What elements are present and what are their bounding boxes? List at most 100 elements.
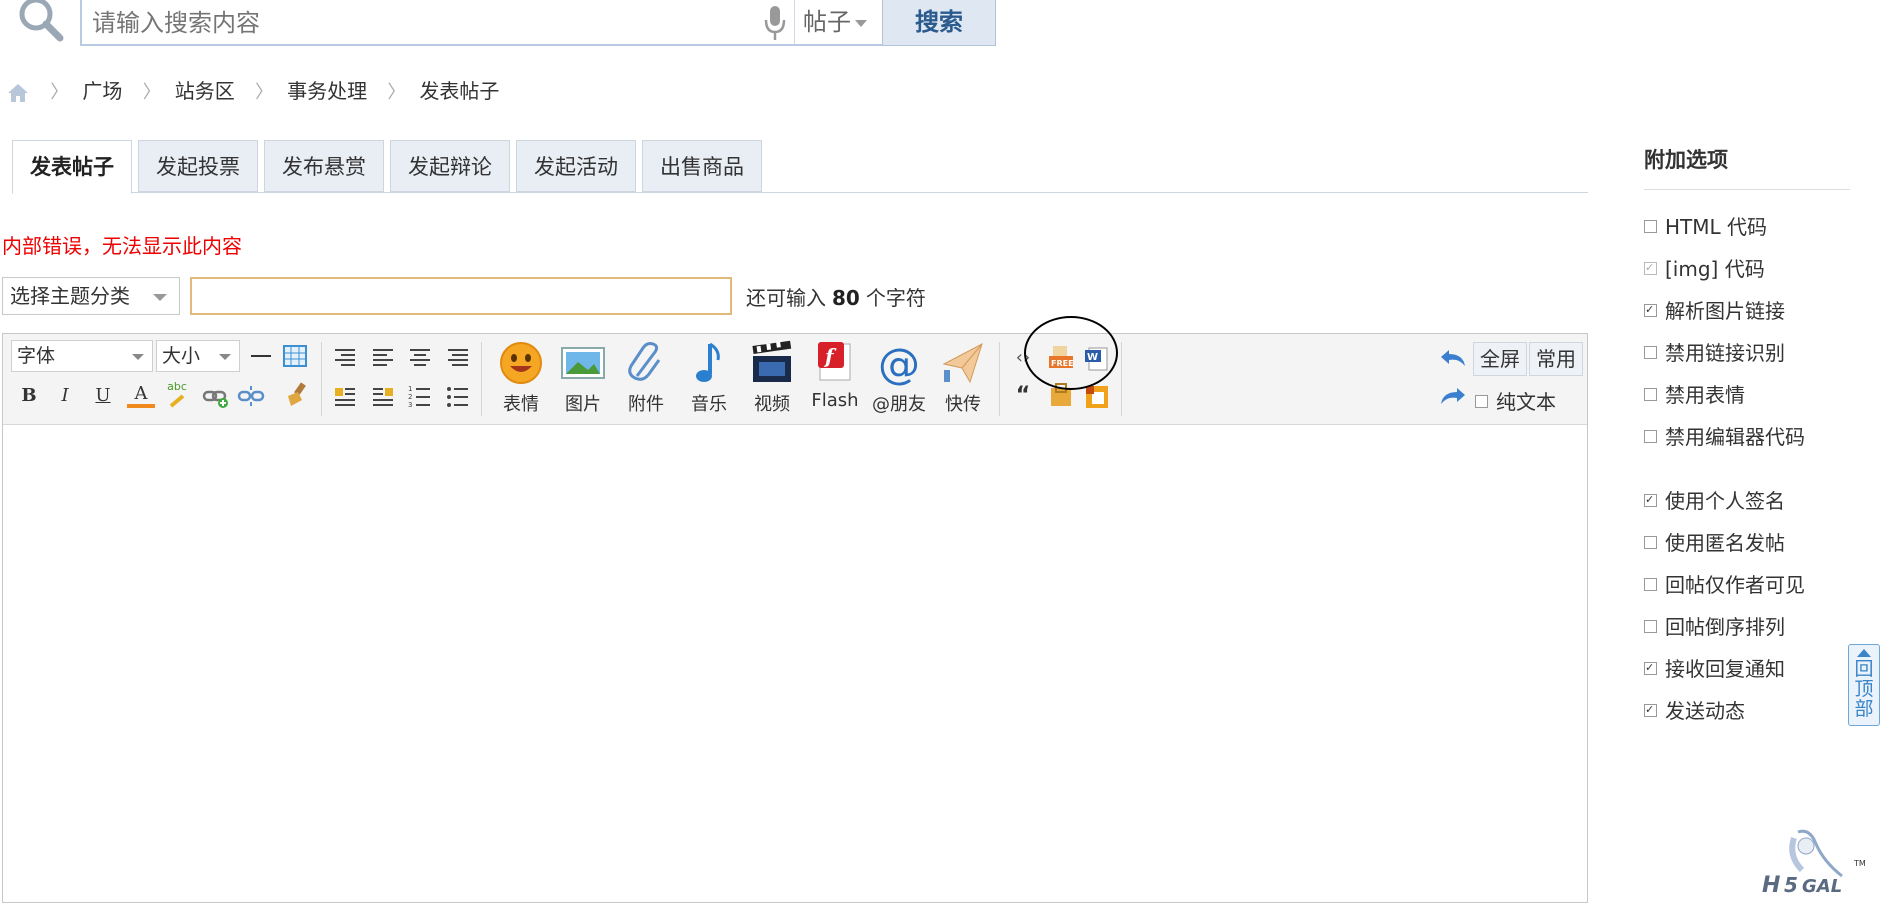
insert-smiley-label: 表情	[503, 394, 539, 415]
video-clapper-icon	[752, 340, 792, 382]
option-checkbox[interactable]	[1644, 662, 1657, 675]
italic-button[interactable]: I	[51, 382, 79, 410]
option-row[interactable]: [img] 代码	[1644, 254, 1765, 284]
tab-sell[interactable]: 出售商品	[642, 140, 762, 192]
option-row[interactable]: 使用匿名发帖	[1644, 528, 1785, 558]
at-icon: @	[878, 340, 920, 386]
option-checkbox[interactable]	[1644, 536, 1657, 549]
align-justify-icon[interactable]	[444, 344, 472, 372]
search-input[interactable]	[90, 4, 744, 42]
option-label: 发送动态	[1665, 699, 1745, 723]
chevron-down-icon	[153, 294, 167, 301]
option-row[interactable]: 接收回复通知	[1644, 654, 1785, 684]
option-label: 解析图片链接	[1665, 299, 1785, 323]
paperclip-icon	[628, 342, 661, 381]
insert-music-button[interactable]: 音乐	[679, 336, 739, 422]
insert-quick-transfer-button[interactable]: 快传	[933, 336, 993, 422]
option-row[interactable]: HTML 代码	[1644, 212, 1767, 242]
option-row[interactable]: 禁用链接识别	[1644, 338, 1785, 368]
unlink-icon[interactable]	[237, 382, 265, 410]
option-row[interactable]: 回帖倒序排列	[1644, 612, 1785, 642]
option-label: HTML 代码	[1665, 215, 1768, 239]
align-right-icon[interactable]	[331, 344, 359, 372]
svg-text:5: 5	[1784, 873, 1798, 896]
option-row[interactable]: 发送动态	[1644, 696, 1745, 726]
option-checkbox[interactable]	[1644, 430, 1657, 443]
float-left-icon[interactable]	[331, 382, 359, 410]
align-center-icon[interactable]	[406, 344, 434, 372]
option-row[interactable]: 解析图片链接	[1644, 296, 1785, 326]
home-icon[interactable]	[6, 82, 30, 104]
ordered-list-icon[interactable]: 123	[406, 382, 434, 410]
underline-button[interactable]: U	[89, 382, 117, 410]
bold-button[interactable]: B	[15, 382, 43, 410]
back-to-top-button[interactable]: 回顶部	[1848, 644, 1880, 726]
option-row[interactable]: 禁用表情	[1644, 380, 1745, 410]
sidebar-divider	[1644, 189, 1850, 190]
table-icon[interactable]	[281, 342, 309, 370]
breadcrumb-item[interactable]: 事务处理	[287, 79, 367, 103]
plain-text-checkbox[interactable]	[1475, 395, 1488, 408]
char-count-suffix: 个字符	[865, 286, 926, 310]
option-row[interactable]: 回帖仅作者可见	[1644, 570, 1805, 600]
option-checkbox[interactable]	[1644, 704, 1657, 717]
search-button[interactable]: 搜索	[882, 0, 996, 46]
option-checkbox[interactable]	[1644, 304, 1657, 317]
font-color-button[interactable]: A	[127, 380, 155, 408]
option-checkbox[interactable]	[1644, 346, 1657, 359]
search-icon[interactable]	[16, 0, 66, 44]
option-label: [img] 代码	[1665, 257, 1765, 281]
undo-icon[interactable]	[1439, 344, 1467, 372]
insert-flash-label: Flash	[811, 390, 859, 411]
option-label: 使用匿名发帖	[1665, 531, 1785, 555]
redo-icon[interactable]	[1439, 382, 1467, 410]
unordered-list-icon[interactable]	[444, 382, 472, 410]
fullscreen-button[interactable]: 全屏	[1473, 342, 1527, 376]
insert-video-button[interactable]: 视频	[742, 336, 802, 422]
chevron-down-icon	[132, 354, 144, 360]
option-row[interactable]: 禁用编辑器代码	[1644, 422, 1805, 452]
option-checkbox[interactable]	[1644, 578, 1657, 591]
search-type-label: 帖子	[803, 8, 851, 36]
tab-activity[interactable]: 发起活动	[516, 140, 636, 192]
breadcrumb-item[interactable]: 站务区	[175, 79, 235, 103]
image-icon	[561, 347, 605, 379]
search-type-select[interactable]: 帖子	[794, 0, 880, 44]
breadcrumb-item[interactable]: 广场	[82, 79, 122, 103]
svg-text:TM: TM	[1853, 859, 1866, 868]
toolbar-separator	[321, 342, 322, 416]
horizontal-rule-icon[interactable]	[247, 342, 275, 370]
clear-format-brush-icon[interactable]	[283, 380, 311, 408]
option-row[interactable]: 使用个人签名	[1644, 486, 1785, 516]
option-checkbox[interactable]	[1644, 494, 1657, 507]
insert-attachment-button[interactable]: 附件	[616, 336, 676, 422]
common-button[interactable]: 常用	[1529, 342, 1583, 376]
option-label: 回帖仅作者可见	[1665, 573, 1805, 597]
tab-debate[interactable]: 发起辩论	[390, 140, 510, 192]
tab-poll[interactable]: 发起投票	[138, 140, 258, 192]
tab-reward[interactable]: 发布悬赏	[264, 140, 384, 192]
align-left-icon[interactable]	[369, 344, 397, 372]
topic-category-label: 选择主题分类	[10, 284, 130, 308]
option-checkbox[interactable]	[1644, 220, 1657, 233]
float-right-icon[interactable]	[369, 382, 397, 410]
subject-input[interactable]	[190, 277, 732, 315]
plain-text-toggle[interactable]: 纯文本	[1475, 386, 1556, 415]
spellcheck-button[interactable]: abc	[163, 380, 191, 408]
insert-video-label: 视频	[754, 394, 790, 415]
font-select[interactable]: 字体	[11, 340, 153, 372]
breadcrumb: 〉广场 〉站务区 〉事务处理 〉发表帖子	[6, 76, 499, 106]
topic-category-select[interactable]: 选择主题分类	[2, 277, 180, 315]
insert-flash-button[interactable]: f Flash	[805, 336, 865, 422]
microphone-icon[interactable]	[760, 2, 790, 42]
option-checkbox[interactable]	[1644, 620, 1657, 633]
option-checkbox[interactable]	[1644, 388, 1657, 401]
insert-smiley-button[interactable]: 表情	[491, 336, 551, 422]
insert-mention-button[interactable]: @ @朋友	[869, 336, 929, 422]
size-select[interactable]: 大小	[156, 340, 240, 372]
tab-post[interactable]: 发表帖子	[12, 140, 132, 194]
link-icon[interactable]	[201, 382, 229, 410]
insert-image-button[interactable]: 图片	[553, 336, 613, 422]
plain-text-label: 纯文本	[1496, 390, 1556, 414]
quote-icon[interactable]: “	[1009, 382, 1037, 410]
